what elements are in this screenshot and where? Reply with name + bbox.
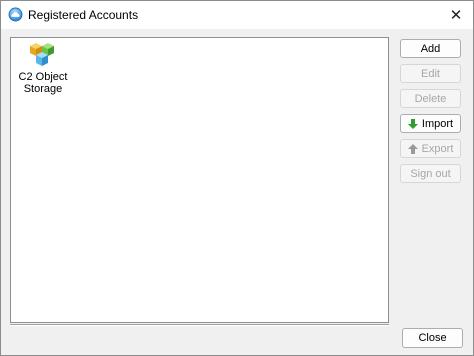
- c2-object-storage-icon: [30, 43, 54, 66]
- add-button[interactable]: Add: [400, 39, 461, 58]
- window-title: Registered Accounts: [28, 8, 139, 22]
- account-item-c2-object-storage[interactable]: C2 Object Storage: [15, 40, 71, 95]
- account-label-line2: Storage: [23, 83, 63, 95]
- account-label-line1: C2 Object: [18, 71, 68, 83]
- title-bar: Registered Accounts ✕: [1, 1, 473, 29]
- delete-button[interactable]: Delete: [400, 89, 461, 108]
- cloud-icon: [8, 7, 23, 22]
- sign-out-button-label: Sign out: [410, 167, 451, 180]
- edit-button-label: Edit: [421, 67, 440, 80]
- arrow-up-icon: [407, 143, 418, 154]
- accounts-list[interactable]: C2 Object Storage: [10, 37, 389, 323]
- close-button-label: Close: [418, 332, 447, 344]
- import-button[interactable]: Import: [400, 114, 461, 133]
- delete-button-label: Delete: [414, 92, 447, 105]
- close-window-button[interactable]: ✕: [439, 1, 473, 29]
- sign-out-button[interactable]: Sign out: [400, 164, 461, 183]
- edit-button[interactable]: Edit: [400, 64, 461, 83]
- arrow-down-icon: [407, 118, 418, 129]
- export-button-label: Export: [421, 142, 454, 155]
- account-label: C2 Object Storage: [19, 71, 68, 95]
- import-button-label: Import: [421, 117, 454, 130]
- add-button-label: Add: [420, 42, 441, 55]
- registered-accounts-window: Registered Accounts ✕ C2 Object Storage: [0, 0, 474, 356]
- close-button[interactable]: Close: [402, 328, 463, 348]
- separator: [10, 324, 389, 326]
- export-button[interactable]: Export: [400, 139, 461, 158]
